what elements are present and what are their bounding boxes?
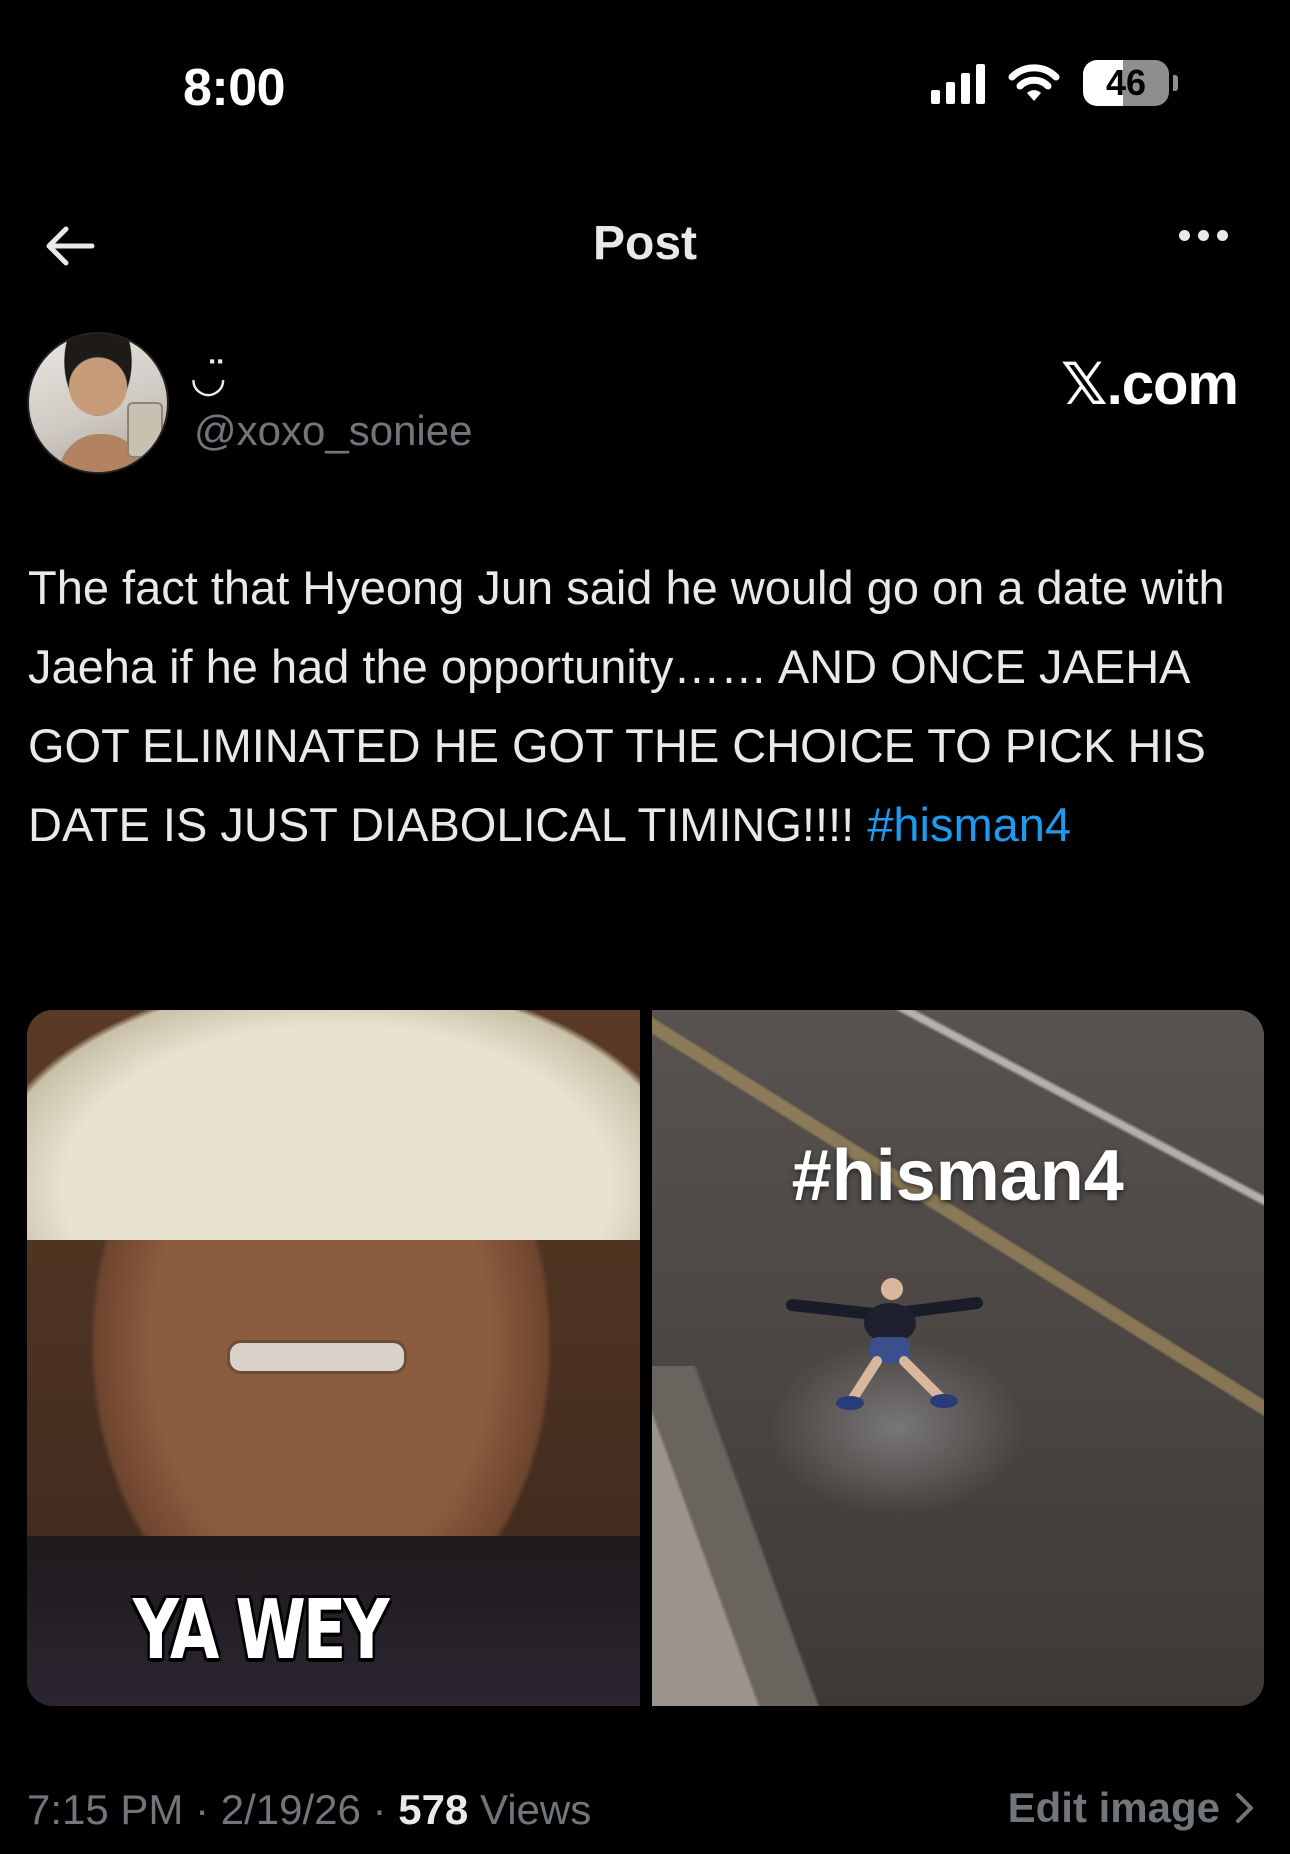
post-screen: 8:00 46 Post ◡̈ @xoxo_soniee 𝕏.com The f… — [0, 0, 1290, 1854]
chevron-right-icon — [1236, 1793, 1253, 1823]
curb — [651, 1366, 912, 1706]
edit-image-button[interactable]: Edit image — [1008, 1784, 1256, 1832]
more-options-icon[interactable] — [1179, 230, 1228, 241]
views-label[interactable]: Views — [468, 1786, 591, 1833]
meta-separator: · — [360, 1786, 399, 1833]
avatar-phone — [127, 402, 163, 458]
x-com-watermark: 𝕏.com — [1060, 352, 1239, 417]
author-display-name[interactable]: ◡̈ — [190, 352, 227, 401]
hashtag-link[interactable]: #hisman4 — [867, 798, 1071, 851]
battery-icon: 46 — [1083, 60, 1169, 106]
status-time: 8:00 — [183, 59, 286, 117]
tweet-text: The fact that Hyeong Jun said he would g… — [28, 548, 1260, 864]
meme-image-crying-man[interactable]: YA WEY — [27, 1010, 640, 1706]
meme-caption: YA WEY — [132, 1583, 390, 1678]
edit-image-label: Edit image — [1007, 1784, 1220, 1831]
lying-person — [785, 1278, 983, 1410]
views-count[interactable]: 578 — [398, 1786, 468, 1833]
page-title: Post — [592, 217, 697, 270]
meta-separator: · — [183, 1786, 221, 1833]
wifi-icon — [1007, 63, 1061, 103]
cellular-signal-icon — [931, 62, 985, 104]
post-date: 2/19/26 — [220, 1786, 361, 1833]
cowboy-hat — [27, 1010, 640, 1240]
author-handle[interactable]: @xoxo_soniee — [194, 407, 472, 455]
media-grid: YA WEY #hisman4 — [27, 1010, 1264, 1706]
post-time: 7:15 PM — [27, 1786, 184, 1833]
meme-image-person-on-road[interactable]: #hisman4 — [651, 1010, 1264, 1706]
avatar[interactable] — [27, 332, 169, 474]
braces — [227, 1340, 407, 1374]
battery-percent: 46 — [1105, 62, 1147, 103]
battery-nub — [1173, 75, 1178, 91]
post-meta: 7:15 PM · 2/19/26 · 578 Views — [27, 1786, 591, 1834]
meme-overlay-hashtag: #hisman4 — [791, 1136, 1124, 1216]
status-icons: 46 — [931, 60, 1178, 106]
